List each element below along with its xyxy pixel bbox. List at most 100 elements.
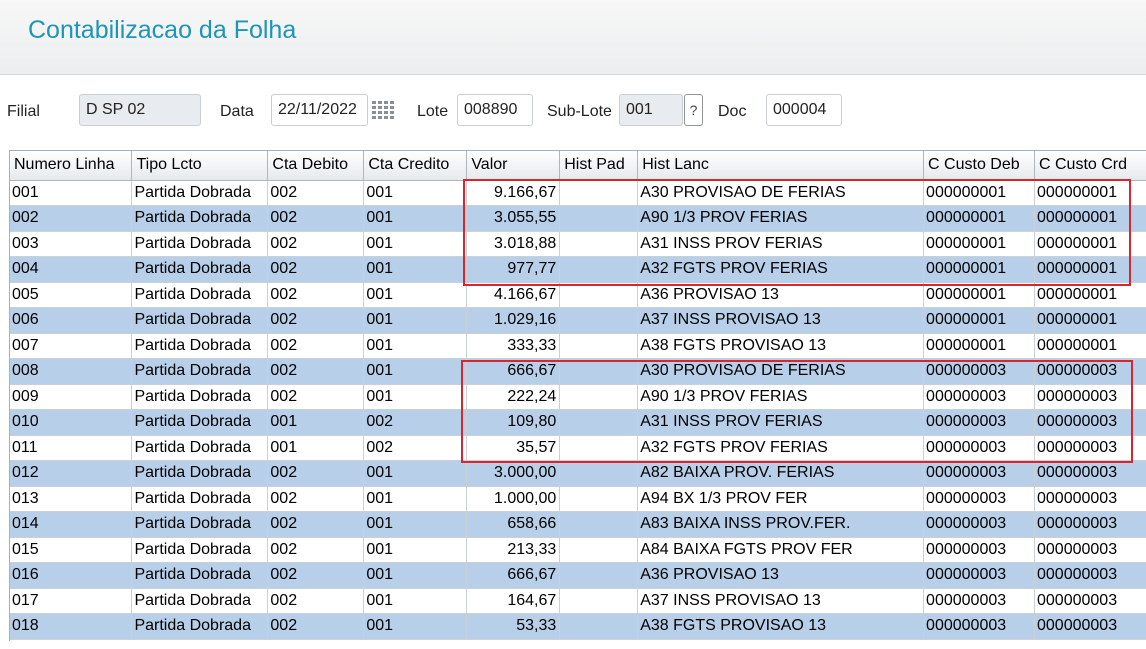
cell-cta-credito[interactable]: 001 bbox=[363, 613, 468, 640]
table-row[interactable]: 011 Partida Dobrada 001 002 35,57 A32 FGTS PR… bbox=[10, 435, 1146, 461]
cell-numero-linha[interactable]: 009 bbox=[10, 384, 133, 410]
col-hist-lanc[interactable]: Hist Lanc bbox=[637, 151, 925, 181]
col-numero-linha[interactable]: Numero Linha bbox=[10, 151, 133, 181]
cell-cta-debito[interactable]: 002 bbox=[267, 588, 365, 614]
cell-numero-linha[interactable]: 015 bbox=[10, 537, 133, 563]
cell-cta-credito[interactable]: 001 bbox=[363, 307, 468, 334]
col-hist-pad[interactable]: Hist Pad bbox=[559, 151, 639, 181]
cell-c-custo-crd[interactable]: 000000001 bbox=[1034, 333, 1146, 359]
cell-cta-debito[interactable]: 002 bbox=[267, 460, 365, 487]
cell-hist-lanc[interactable]: A37 INSS PROVISAO 13 bbox=[637, 307, 925, 334]
cell-numero-linha[interactable]: 017 bbox=[10, 588, 133, 614]
cell-cta-debito[interactable]: 002 bbox=[267, 511, 365, 538]
cell-hist-lanc[interactable]: A30 PROVISAO DE FERIAS bbox=[637, 180, 925, 206]
cell-hist-lanc[interactable]: A83 BAIXA INSS PROV.FER. bbox=[637, 511, 925, 538]
cell-valor[interactable]: 9.166,67 bbox=[466, 180, 561, 206]
cell-cta-credito[interactable]: 001 bbox=[363, 511, 468, 538]
cell-c-custo-crd[interactable]: 000000001 bbox=[1034, 231, 1146, 257]
cell-numero-linha[interactable]: 007 bbox=[10, 333, 133, 359]
cell-numero-linha[interactable]: 001 bbox=[10, 180, 133, 206]
table-row[interactable]: 013 Partida Dobrada 002 001 1.000,00 A94 BX 1… bbox=[10, 486, 1146, 512]
cell-cta-credito[interactable]: 001 bbox=[363, 537, 468, 563]
cell-c-custo-crd[interactable]: 000000001 bbox=[1034, 282, 1146, 308]
sublote-lookup-button[interactable]: ? bbox=[684, 94, 703, 126]
table-row[interactable]: 012 Partida Dobrada 002 001 3.000,00 A82 BAIX… bbox=[10, 460, 1146, 487]
cell-cta-credito[interactable]: 001 bbox=[363, 256, 468, 283]
cell-tipo-lcto[interactable]: Partida Dobrada bbox=[131, 486, 269, 512]
cell-cta-debito[interactable]: 002 bbox=[267, 384, 365, 410]
cell-tipo-lcto[interactable]: Partida Dobrada bbox=[131, 333, 269, 359]
cell-cta-debito[interactable]: 002 bbox=[267, 537, 365, 563]
cell-hist-pad[interactable] bbox=[559, 384, 639, 410]
col-cta-debito[interactable]: Cta Debito bbox=[267, 151, 365, 181]
cell-c-custo-deb[interactable]: 000000001 bbox=[923, 231, 1035, 257]
cell-valor[interactable]: 666,67 bbox=[466, 562, 561, 589]
cell-hist-pad[interactable] bbox=[559, 333, 639, 359]
cell-tipo-lcto[interactable]: Partida Dobrada bbox=[131, 460, 269, 487]
cell-c-custo-deb[interactable]: 000000003 bbox=[923, 384, 1035, 410]
cell-cta-credito[interactable]: 001 bbox=[363, 333, 468, 359]
cell-numero-linha[interactable]: 016 bbox=[10, 562, 133, 589]
cell-cta-credito[interactable]: 001 bbox=[363, 562, 468, 589]
cell-c-custo-crd[interactable]: 000000003 bbox=[1034, 486, 1146, 512]
cell-c-custo-crd[interactable]: 000000003 bbox=[1034, 511, 1146, 538]
cell-tipo-lcto[interactable]: Partida Dobrada bbox=[131, 435, 269, 461]
cell-tipo-lcto[interactable]: Partida Dobrada bbox=[131, 588, 269, 614]
cell-hist-lanc[interactable]: A36 PROVISAO 13 bbox=[637, 562, 925, 589]
cell-hist-pad[interactable] bbox=[559, 256, 639, 283]
cell-tipo-lcto[interactable]: Partida Dobrada bbox=[131, 409, 269, 436]
cell-hist-pad[interactable] bbox=[559, 588, 639, 614]
cell-cta-credito[interactable]: 001 bbox=[363, 588, 468, 614]
cell-hist-pad[interactable] bbox=[559, 205, 639, 232]
cell-c-custo-crd[interactable]: 000000003 bbox=[1034, 613, 1146, 640]
table-row[interactable]: 010 Partida Dobrada 001 002 109,80 A31 INSS P… bbox=[10, 409, 1146, 436]
cell-hist-pad[interactable] bbox=[559, 460, 639, 487]
cell-tipo-lcto[interactable]: Partida Dobrada bbox=[131, 384, 269, 410]
cell-c-custo-crd[interactable]: 000000003 bbox=[1034, 384, 1146, 410]
table-row[interactable]: 015 Partida Dobrada 002 001 213,33 A84 BAIXA … bbox=[10, 537, 1146, 563]
table-row[interactable]: 001 Partida Dobrada 002 001 9.166,67 A30 PROV… bbox=[10, 180, 1146, 206]
cell-hist-lanc[interactable]: A36 PROVISAO 13 bbox=[637, 282, 925, 308]
cell-cta-debito[interactable]: 002 bbox=[267, 282, 365, 308]
cell-tipo-lcto[interactable]: Partida Dobrada bbox=[131, 231, 269, 257]
cell-cta-credito[interactable]: 002 bbox=[363, 409, 468, 436]
cell-c-custo-deb[interactable]: 000000001 bbox=[923, 307, 1035, 334]
cell-hist-pad[interactable] bbox=[559, 562, 639, 589]
table-row[interactable]: 002 Partida Dobrada 002 001 3.055,55 A90 1/3 … bbox=[10, 205, 1146, 232]
filial-field[interactable]: D SP 02 bbox=[79, 94, 201, 126]
col-c-custo-crd[interactable]: C Custo Crd bbox=[1034, 151, 1146, 181]
cell-cta-debito[interactable]: 002 bbox=[267, 307, 365, 334]
cell-c-custo-deb[interactable]: 000000001 bbox=[923, 180, 1035, 206]
col-tipo-lcto[interactable]: Tipo Lcto bbox=[131, 151, 269, 181]
cell-cta-credito[interactable]: 002 bbox=[363, 435, 468, 461]
table-row[interactable]: 007 Partida Dobrada 002 001 333,33 A38 FGTS P… bbox=[10, 333, 1146, 359]
cell-cta-debito[interactable]: 002 bbox=[267, 256, 365, 283]
cell-cta-debito[interactable]: 002 bbox=[267, 333, 365, 359]
cell-valor[interactable]: 3.000,00 bbox=[466, 460, 561, 487]
cell-hist-pad[interactable] bbox=[559, 409, 639, 436]
cell-c-custo-deb[interactable]: 000000003 bbox=[923, 613, 1035, 640]
cell-cta-credito[interactable]: 001 bbox=[363, 231, 468, 257]
cell-cta-credito[interactable]: 001 bbox=[363, 180, 468, 206]
cell-hist-lanc[interactable]: A38 FGTS PROVISAO 13 bbox=[637, 613, 925, 640]
cell-valor[interactable]: 213,33 bbox=[466, 537, 561, 563]
cell-cta-debito[interactable]: 002 bbox=[267, 562, 365, 589]
table-row[interactable]: 014 Partida Dobrada 002 001 658,66 A83 BAIXA … bbox=[10, 511, 1146, 538]
cell-c-custo-deb[interactable]: 000000003 bbox=[923, 409, 1035, 436]
cell-numero-linha[interactable]: 003 bbox=[10, 231, 133, 257]
cell-hist-pad[interactable] bbox=[559, 358, 639, 385]
table-row[interactable]: 018 Partida Dobrada 002 001 53,33 A38 FGTS PR… bbox=[10, 613, 1146, 640]
cell-cta-credito[interactable]: 001 bbox=[363, 358, 468, 385]
cell-c-custo-crd[interactable]: 000000003 bbox=[1034, 409, 1146, 436]
cell-tipo-lcto[interactable]: Partida Dobrada bbox=[131, 205, 269, 232]
cell-valor[interactable]: 1.029,16 bbox=[466, 307, 561, 334]
cell-tipo-lcto[interactable]: Partida Dobrada bbox=[131, 180, 269, 206]
cell-c-custo-crd[interactable]: 000000001 bbox=[1034, 205, 1146, 232]
cell-hist-lanc[interactable]: A90 1/3 PROV FERIAS bbox=[637, 384, 925, 410]
table-row[interactable]: 003 Partida Dobrada 002 001 3.018,88 A31 INSS… bbox=[10, 231, 1146, 257]
cell-c-custo-deb[interactable]: 000000003 bbox=[923, 588, 1035, 614]
cell-tipo-lcto[interactable]: Partida Dobrada bbox=[131, 511, 269, 538]
cell-c-custo-deb[interactable]: 000000003 bbox=[923, 537, 1035, 563]
cell-numero-linha[interactable]: 004 bbox=[10, 256, 133, 283]
cell-hist-lanc[interactable]: A84 BAIXA FGTS PROV FER bbox=[637, 537, 925, 563]
